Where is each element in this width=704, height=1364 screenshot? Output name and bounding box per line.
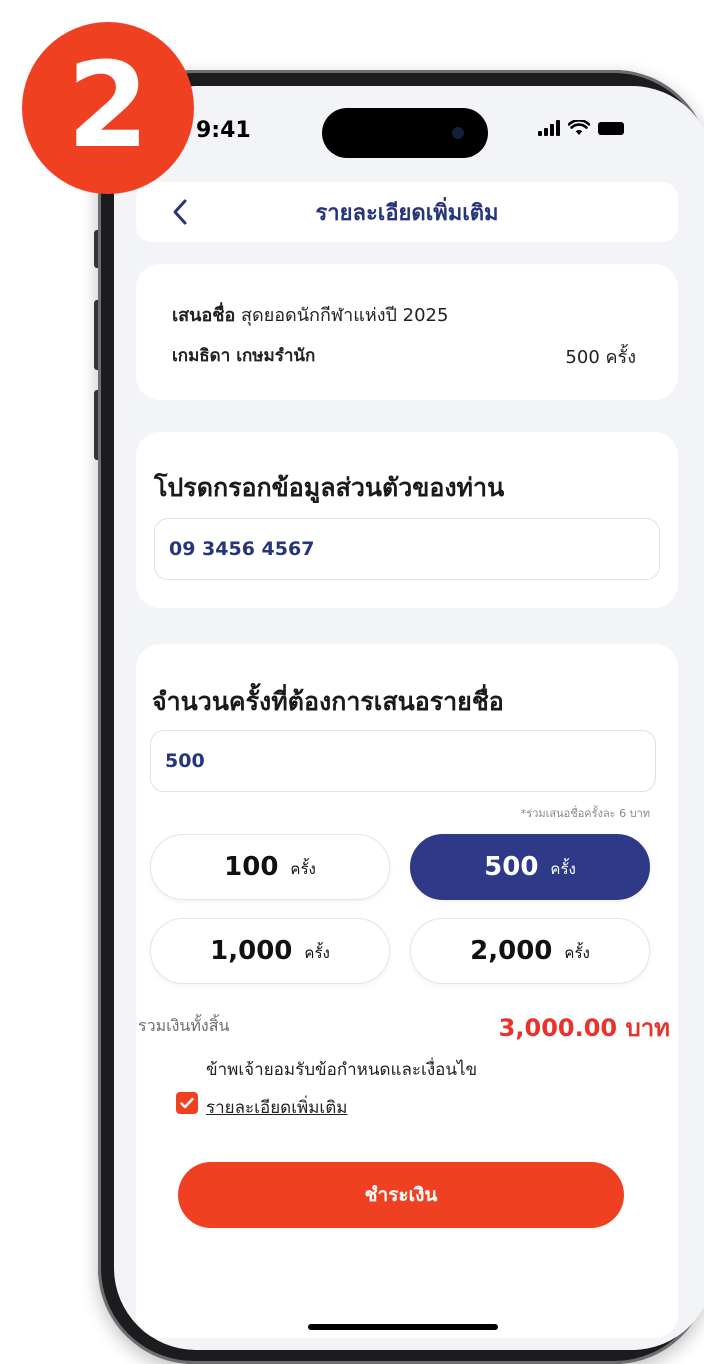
total-label: รวมเงินทั้งสิ้น — [138, 1016, 230, 1035]
dynamic-island — [322, 108, 488, 158]
chevron-left-icon — [173, 199, 187, 225]
checkmark-icon — [180, 1097, 194, 1109]
signal-icon — [538, 120, 560, 136]
nominee-count: 500 ครั้ง — [565, 347, 636, 368]
camera-dot — [452, 127, 464, 139]
nominee-award-line: เสนอชื่อ สุดยอดนักกีฬาแห่งปี 2025 — [172, 300, 448, 329]
vote-amount-card: จำนวนครั้งที่ต้องการเสนอรายชื่อ 500 *ร่ว… — [136, 644, 678, 1338]
personal-info-title: โปรดกรอกข้อมูลส่วนตัวของท่าน — [154, 473, 505, 502]
amount-option-100[interactable]: 100 ครั้ง — [150, 834, 390, 900]
status-bar: 9:41 — [114, 86, 704, 176]
step-number: 2 — [66, 36, 150, 174]
option-number: 2,000 — [470, 936, 553, 966]
option-unit: ครั้ง — [550, 860, 576, 878]
option-number: 1,000 — [210, 936, 293, 966]
option-number: 100 — [224, 852, 279, 882]
home-indicator — [308, 1324, 498, 1330]
phone-screen: 9:41 รายละเอียดเพิ่มเติม เสนอชื่อ สุดยอด… — [114, 86, 704, 1350]
wifi-icon — [568, 120, 590, 135]
pay-button[interactable]: ชำระเงิน — [178, 1162, 624, 1228]
amount-option-2000[interactable]: 2,000 ครั้ง — [410, 918, 650, 984]
option-number: 500 — [484, 852, 539, 882]
status-icons — [538, 120, 624, 136]
amount-option-1000[interactable]: 1,000 ครั้ง — [150, 918, 390, 984]
total-value: 3,000.00 บาท — [498, 1014, 670, 1042]
back-button[interactable] — [162, 194, 198, 230]
option-unit: ครั้ง — [304, 944, 330, 962]
phone-input[interactable]: 09 3456 4567 — [154, 518, 660, 580]
vote-amount-input[interactable]: 500 — [150, 730, 656, 792]
step-badge: 2 — [22, 22, 194, 194]
amount-option-500[interactable]: 500 ครั้ง — [410, 834, 650, 900]
nominee-name: เกมธิดา เกษมรำนัก — [172, 346, 316, 366]
battery-icon — [598, 121, 624, 135]
terms-checkbox[interactable] — [176, 1092, 198, 1114]
nominee-award: สุดยอดนักกีฬาแห่งปี 2025 — [241, 305, 449, 326]
terms-text: ข้าพเจ้ายอมรับข้อกำหนดและเงื่อนไข — [206, 1060, 478, 1080]
page-title: รายละเอียดเพิ่มเติม — [315, 200, 499, 226]
option-unit: ครั้ง — [290, 860, 316, 878]
vote-amount-title: จำนวนครั้งที่ต้องการเสนอรายชื่อ — [152, 687, 504, 716]
nominee-summary-card: เสนอชื่อ สุดยอดนักกีฬาแห่งปี 2025 เกมธิด… — [136, 264, 678, 400]
nominee-label: เสนอชื่อ — [172, 305, 236, 326]
personal-info-card: โปรดกรอกข้อมูลส่วนตัวของท่าน 09 3456 456… — [136, 432, 678, 608]
price-note: *ร่วมเสนอชื่อครั้งละ 6 บาท — [520, 807, 650, 820]
option-unit: ครั้ง — [564, 944, 590, 962]
status-time: 9:41 — [196, 118, 251, 143]
terms-details-link[interactable]: รายละเอียดเพิ่มเติม — [206, 1094, 348, 1121]
header-bar: รายละเอียดเพิ่มเติม — [136, 182, 678, 242]
